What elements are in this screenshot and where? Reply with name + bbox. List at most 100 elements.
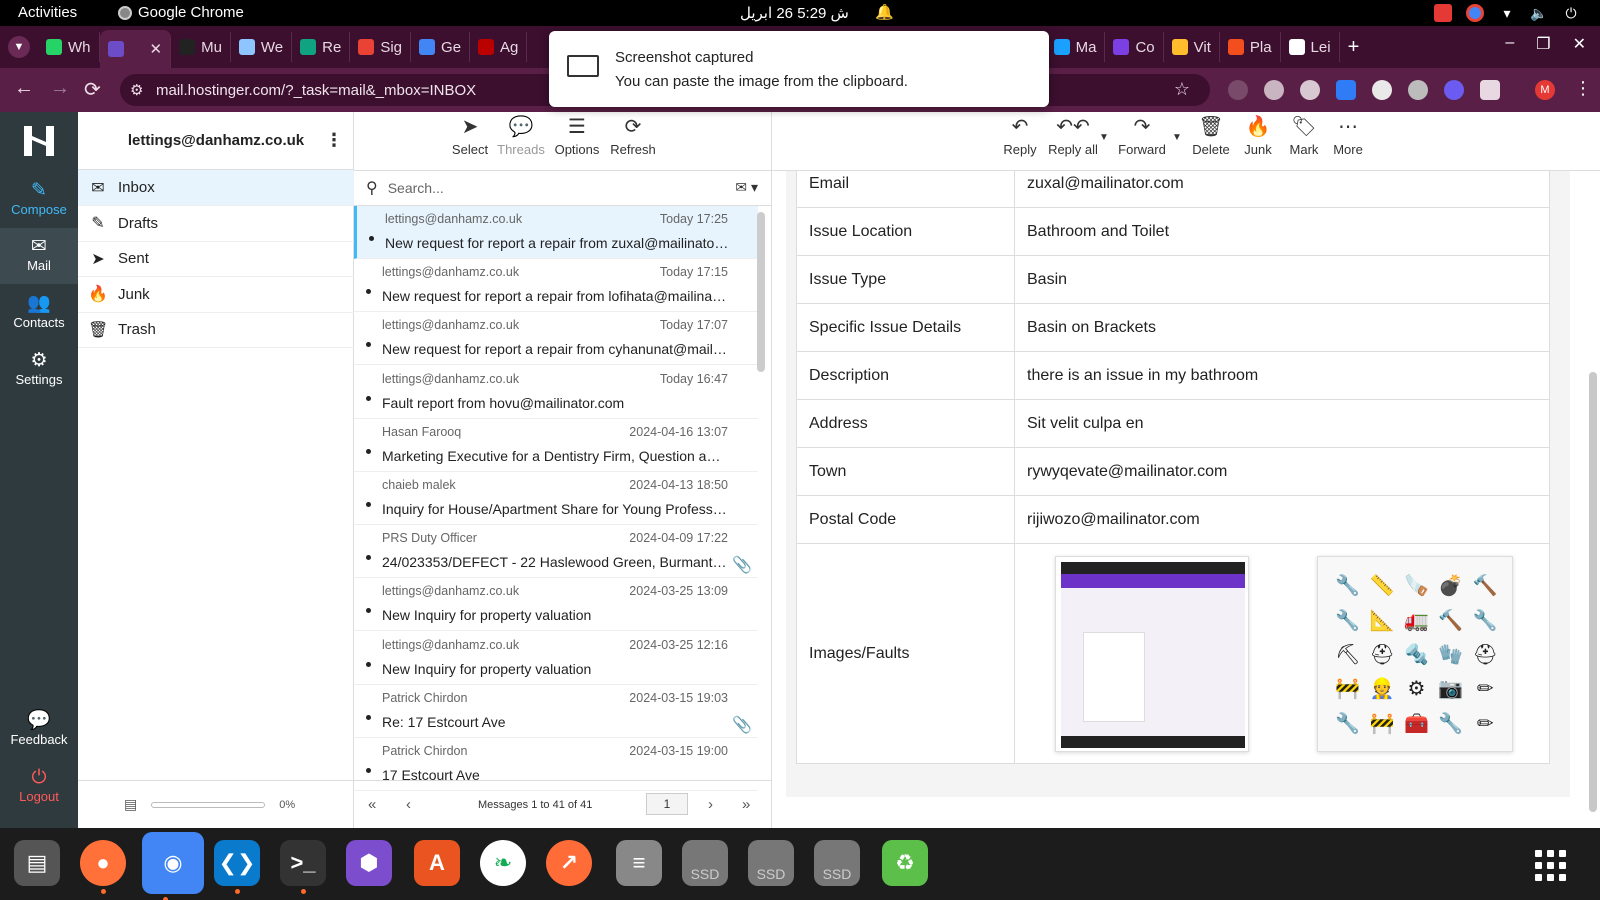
message-row[interactable]: lettings@danhamz.co.uk 2024-03-25 13:09 Ne… [354,578,758,632]
reply-all-dropdown-icon[interactable]: ▼ [1099,132,1109,143]
folder-inbox[interactable]: ✉ Inbox [78,170,354,206]
next-page-icon[interactable]: › [708,796,713,813]
dock-app-center-icon[interactable]: A [414,840,460,886]
restore-icon[interactable]: ❐ [1536,34,1550,54]
message-row[interactable]: Hasan Farooq 2024-04-16 13:07 Marketing Ex… [354,419,758,472]
dock-ssd1-icon[interactable]: SSD [682,840,728,886]
clock[interactable]: ش 5:29 26 ابریل [740,4,849,22]
message-row[interactable]: lettings@danhamz.co.uk 2024-03-25 12:16 Ne… [354,632,758,685]
dock-ssd3-icon[interactable]: SSD [814,840,860,886]
message-row[interactable]: lettings@danhamz.co.uk Today 17:25 New req… [354,206,758,259]
options-button[interactable]: ☰ Options [550,112,604,170]
prev-page-icon[interactable]: ‹ [406,796,411,813]
refresh-button[interactable]: ⟳ Refresh [606,112,660,170]
reader-scrollbar[interactable] [1588,172,1598,812]
reload-icon[interactable]: ⟳ [84,77,101,102]
nav-settings[interactable]: ⚙ Settings [0,342,78,398]
browser-tab[interactable]: Co [1105,32,1164,62]
dock-firefox-icon[interactable]: ● [80,840,126,894]
dock-files-icon[interactable]: ▤ [14,840,60,886]
dock-postman-icon[interactable]: ↗ [546,840,592,886]
minimize-icon[interactable]: – [1505,34,1514,54]
puzzle-icon[interactable] [1480,80,1500,100]
forward-dropdown-icon[interactable]: ▼ [1172,132,1182,143]
junk-button[interactable]: 🔥 Junk [1238,112,1278,170]
dock-vscode-icon[interactable]: ❮❯ [214,840,260,894]
site-info-icon[interactable]: ⚙ [130,81,143,99]
delete-button[interactable]: 🗑 Delete [1188,112,1234,170]
tools-icons-attachment-thumbnail[interactable]: 🔧 📏 🪚 💣 🔨 🔧 📐 🚛 🔨 🔧 ⛏ ⛑ 🔩 🧤 ⛑ 🚧 👷 ⚙ 📷 ✏ … [1317,555,1514,752]
message-row[interactable]: lettings@danhamz.co.uk Today 17:15 New req… [354,259,758,313]
feedback-button[interactable]: 💬 Feedback [0,702,78,758]
new-tab-button[interactable]: + [1348,36,1360,59]
search-input[interactable]: Search... [388,180,444,196]
message-row[interactable]: Patrick Chirdon 2024-03-15 19:03 Re: 17 Es… [354,685,758,738]
extension-icon[interactable] [1372,80,1392,100]
dock-chrome-icon[interactable]: ◉ [142,832,204,900]
dock-ssd2-icon[interactable]: SSD [748,840,794,886]
browser-tab[interactable]: Vit [1164,32,1220,62]
nav-mail[interactable]: ✉ Mail [0,228,78,284]
message-row[interactable]: PRS Duty Officer 2024-04-09 17:22 24/02335… [354,525,758,579]
profile-avatar[interactable]: M [1535,80,1555,100]
extension-icon[interactable] [1408,80,1428,100]
browser-tab[interactable]: Wh [38,32,100,62]
browser-tab[interactable]: Ag [470,32,528,62]
chrome-menu-icon[interactable]: ⋮ [1574,78,1592,99]
first-page-icon[interactable]: « [368,796,376,813]
more-button[interactable]: ⋯ More [1328,112,1368,170]
activities-button[interactable]: Activities [18,4,77,21]
compose-button[interactable]: ✎ Compose [0,172,78,228]
reply-button[interactable]: ↶ Reply [1000,112,1040,170]
system-tray[interactable]: ▾ 🔈 ⏻ [1434,4,1580,22]
threads-button[interactable]: 💬 Threads [494,112,548,170]
folder-drafts[interactable]: ✎ Drafts [78,206,354,242]
list-scrollbar[interactable] [757,212,765,372]
dock-terminal-icon[interactable]: >_ [280,840,326,894]
back-icon[interactable]: ← [14,77,34,100]
browser-tab[interactable]: We [231,32,293,62]
browser-tab[interactable]: Mu [171,32,231,62]
app-menu[interactable]: Google Chrome [118,4,244,21]
message-row[interactable]: chaieb malek 2024-04-13 18:50 Inquiry for … [354,472,758,525]
screenshot-attachment-thumbnail[interactable] [1055,555,1249,752]
browser-tab[interactable]: Ma [1046,32,1106,62]
browser-tab[interactable]: ✕ [99,30,172,68]
reply-all-button[interactable]: ↶↶ Reply all [1044,112,1102,170]
browser-tab[interactable]: Pla [1220,32,1281,62]
forward-button[interactable]: ↷ Forward [1114,112,1170,170]
dock-mongodb-compass-icon[interactable]: ❧ [480,840,526,886]
close-window-icon[interactable]: ✕ [1573,34,1586,54]
bookmark-star-icon[interactable]: ☆ [1174,79,1190,100]
reader-scroll-thumb[interactable] [1589,372,1597,812]
message-row[interactable]: lettings@danhamz.co.uk Today 17:07 New req… [354,312,758,366]
extension-icon[interactable] [1228,80,1248,100]
folder-sent[interactable]: ➤ Sent [78,241,354,277]
extension-icon[interactable] [1264,80,1284,100]
browser-tab[interactable]: Lei [1281,32,1340,62]
dock-github-desktop-icon[interactable]: ⬢ [346,840,392,886]
screenshot-notification[interactable]: Screenshot captured You can paste the im… [549,31,1049,107]
forward-icon[interactable]: → [50,77,70,100]
page-number-input[interactable]: 1 [646,793,688,815]
folder-trash[interactable]: 🗑 Trash [78,312,354,348]
last-page-icon[interactable]: » [742,796,750,813]
select-button[interactable]: ➤ Select [448,112,492,170]
extension-icon[interactable] [1300,80,1320,100]
bell-icon[interactable]: 🔔 [875,3,894,21]
folder-menu-icon[interactable]: ⋮ [325,130,343,151]
logout-button[interactable]: ⏻ Logout [0,759,78,815]
extension-icon[interactable] [1336,80,1356,100]
search-options[interactable]: ✉ ▾ [735,179,758,196]
browser-tab[interactable]: Re [292,32,351,62]
browser-tab[interactable]: Ge [411,32,471,62]
search-bar[interactable]: ⚲ Search... ✉ ▾ [354,170,772,206]
browser-tab[interactable]: Sig [350,32,412,62]
extension-icon[interactable] [1444,80,1464,100]
nav-contacts[interactable]: 👥 Contacts [0,285,78,341]
tab-search-button[interactable]: ▼ [8,36,30,58]
show-apps-icon[interactable] [1535,850,1566,881]
dock-trash-icon[interactable]: ♻ [882,840,928,886]
close-tab-icon[interactable]: ✕ [150,40,163,58]
dock-disks-icon[interactable]: ≡ [616,840,662,886]
